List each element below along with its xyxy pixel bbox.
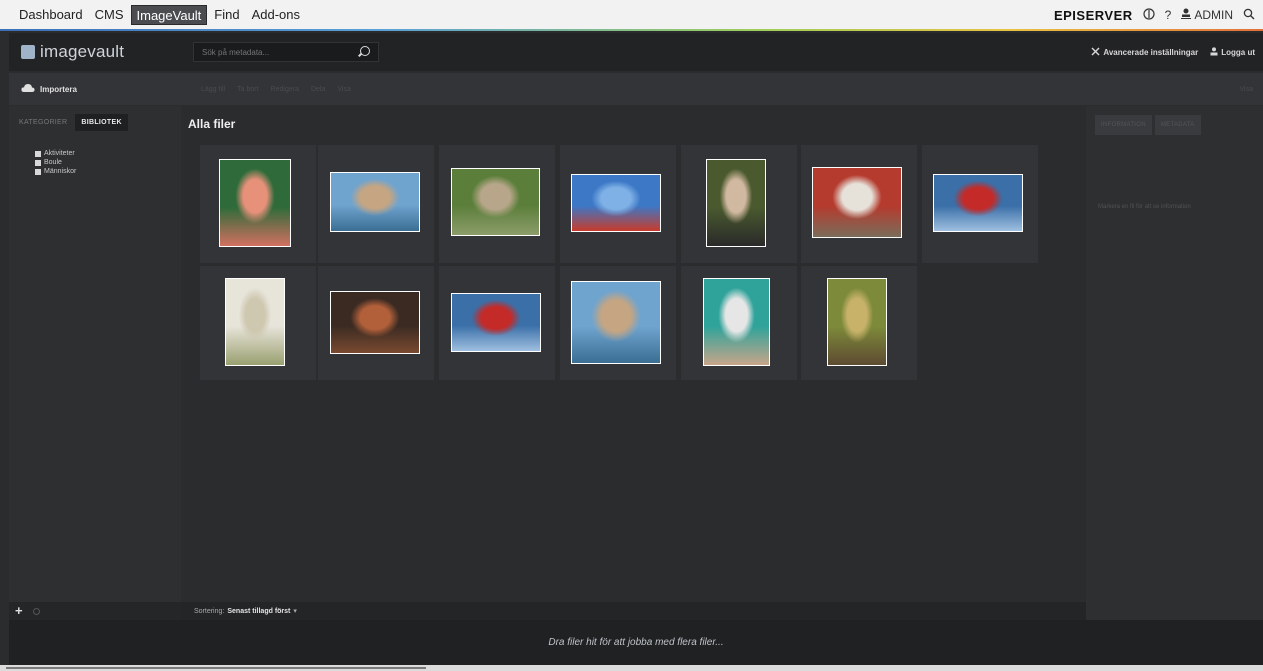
sidebar-tabs: KATEGORIER BIBLIOTEK — [9, 106, 181, 131]
metadata-search — [193, 42, 379, 62]
thumbnail-image[interactable] — [219, 159, 291, 247]
details-panel: INFORMATION METADATA Markera en fil för … — [1086, 106, 1263, 620]
category-item[interactable]: Aktiviteter — [35, 149, 181, 158]
episerver-right: EPISERVER ? ADMIN — [1054, 0, 1255, 30]
sidebar-footer: + — [9, 602, 181, 620]
header-actions: Avancerade inställningar Logga ut — [1091, 33, 1255, 71]
nav-find[interactable]: Find — [209, 5, 244, 25]
view-toggle[interactable]: Visa — [1240, 86, 1254, 93]
search-icon[interactable] — [360, 46, 370, 56]
thumbnail-image[interactable] — [451, 293, 541, 352]
checkbox[interactable] — [35, 159, 41, 166]
checkbox[interactable] — [35, 168, 41, 175]
nav-cms[interactable]: CMS — [90, 5, 129, 25]
logout-link[interactable]: Logga ut — [1210, 46, 1255, 58]
sort-label: Sortering: — [194, 607, 225, 615]
nav-addons[interactable]: Add-ons — [247, 5, 305, 25]
thumbnail-image[interactable] — [225, 278, 285, 366]
tool-delete[interactable]: Ta bort — [237, 86, 258, 93]
user-icon — [1210, 46, 1218, 58]
add-category-icon[interactable]: + — [15, 604, 23, 617]
empty-selection-message: Markera en fil för att se information — [1098, 204, 1191, 210]
user-icon — [1181, 8, 1192, 22]
nav-dashboard[interactable]: Dashboard — [14, 5, 88, 25]
sort-select[interactable]: Senast tillagd först — [227, 608, 290, 615]
sidebar: KATEGORIER BIBLIOTEK Aktiviteter Boule M… — [9, 106, 181, 602]
nav-imagevault[interactable]: ImageVault — [130, 4, 208, 25]
sort-bar: Sortering: Senast tillagd först ▾ — [181, 602, 1086, 620]
notifications-icon[interactable] — [1143, 7, 1155, 23]
thumbnail-image[interactable] — [706, 159, 766, 247]
thumbnail-image[interactable] — [451, 168, 540, 236]
thumbnail-image[interactable] — [330, 291, 420, 354]
category-item[interactable]: Människor — [35, 167, 181, 176]
toolbar-tools: Lägg till Ta bort Redigera Dela Visa — [187, 86, 351, 93]
advanced-settings-link[interactable]: Avancerade inställningar — [1091, 47, 1198, 58]
tool-add[interactable]: Lägg till — [201, 86, 225, 93]
drop-zone-text: Dra filer hit för att jobba med flera fi… — [548, 637, 724, 648]
status-bar — [0, 665, 1263, 671]
category-list: Aktiviteter Boule Människor — [9, 149, 181, 176]
tool-view[interactable]: Visa — [337, 86, 351, 93]
tool-edit[interactable]: Redigera — [271, 86, 299, 93]
status-progress — [6, 667, 426, 669]
tab-categories[interactable]: KATEGORIER — [13, 114, 74, 131]
details-tabs: INFORMATION METADATA — [1086, 106, 1263, 135]
thumbnail-image[interactable] — [933, 174, 1023, 232]
tools-icon — [1091, 47, 1100, 58]
thumbnail-image[interactable] — [571, 174, 661, 232]
category-item[interactable]: Boule — [35, 158, 181, 167]
imagevault-logo[interactable]: imagevault — [9, 42, 187, 62]
checkbox[interactable] — [35, 150, 41, 157]
tab-information[interactable]: INFORMATION — [1095, 115, 1152, 135]
search-icon[interactable] — [1243, 8, 1255, 23]
drop-zone[interactable]: Dra filer hit för att jobba med flera fi… — [9, 620, 1263, 665]
import-button[interactable]: Importera — [9, 83, 187, 95]
episerver-topbar: Dashboard CMS ImageVault Find Add-ons EP… — [0, 0, 1263, 31]
tab-library[interactable]: BIBLIOTEK — [75, 114, 128, 131]
episerver-logo: EPISERVER — [1053, 7, 1133, 23]
library-toolbar: Importera Lägg till Ta bort Redigera Del… — [9, 73, 1263, 105]
imagevault-logo-icon — [21, 45, 35, 59]
thumbnail-image[interactable] — [571, 281, 661, 364]
thumbnail-image[interactable] — [827, 278, 887, 366]
settings-icon[interactable] — [32, 607, 40, 615]
user-menu[interactable]: ADMIN — [1181, 8, 1233, 22]
help-icon[interactable]: ? — [1165, 8, 1172, 22]
thumbnail-image[interactable] — [703, 278, 770, 366]
thumbnail-image[interactable] — [812, 167, 902, 238]
cloud-upload-icon — [21, 83, 35, 95]
thumbnail-image[interactable] — [330, 172, 420, 232]
brand-gradient-line — [0, 29, 1263, 31]
metadata-search-input[interactable] — [202, 47, 352, 57]
episerver-nav: Dashboard CMS ImageVault Find Add-ons — [0, 0, 307, 29]
imagevault-header: imagevault Avancerade inställningar Logg… — [9, 33, 1263, 71]
tool-share[interactable]: Dela — [311, 86, 325, 93]
tab-metadata[interactable]: METADATA — [1154, 115, 1201, 135]
page-title: Alla filer — [188, 117, 236, 131]
user-name: ADMIN — [1194, 8, 1233, 22]
file-browser: Alla filer — [181, 106, 1086, 602]
chevron-down-icon[interactable]: ▾ — [293, 607, 297, 615]
